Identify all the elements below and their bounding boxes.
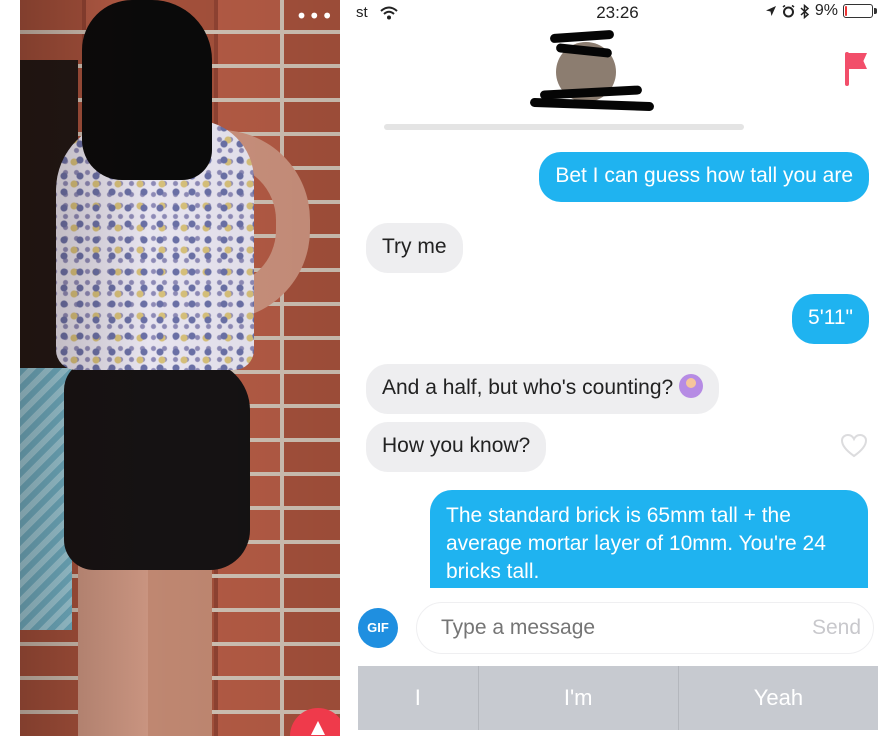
gif-button[interactable]: GIF xyxy=(358,608,398,648)
message-bubble-received[interactable]: Try me xyxy=(366,223,463,273)
suggestion-item[interactable]: I xyxy=(358,666,479,730)
divider xyxy=(384,124,744,130)
battery-icon xyxy=(843,4,877,18)
alarm-icon xyxy=(782,4,795,17)
photo-menu-icon[interactable]: ••• xyxy=(296,6,334,26)
message-bubble-received[interactable]: How you know? xyxy=(366,422,547,472)
chat-screen: st 23:26 9% Bet I can guess how tall you… xyxy=(344,0,891,736)
keyboard-suggestions: I I'm Yeah xyxy=(358,666,878,730)
message-bubble-sent[interactable]: The standard brick is 65mm tall + the av… xyxy=(430,490,868,588)
message-bubble-received[interactable]: And a half, but who's counting? xyxy=(366,364,720,414)
profile-photo: ••• ▲ xyxy=(20,0,340,736)
flag-icon[interactable] xyxy=(843,52,867,86)
screenshot-composite: ••• ▲ st 23:26 9% Bet I can guess how ta… xyxy=(0,0,891,736)
message-bubble-sent[interactable]: Bet I can guess how tall you are xyxy=(539,152,869,202)
chat-header xyxy=(344,26,891,126)
redaction-scribble xyxy=(529,97,655,112)
message-bubble-sent[interactable]: 5'11" xyxy=(792,294,869,344)
bluetooth-icon xyxy=(800,3,810,19)
battery-level xyxy=(845,6,847,16)
battery-percent: 9% xyxy=(814,2,838,19)
shrug-emoji-icon xyxy=(679,374,704,398)
suggestion-item[interactable]: I'm xyxy=(479,666,679,730)
send-button[interactable]: Send xyxy=(812,602,861,654)
message-text: And a half, but who's counting? xyxy=(382,376,674,399)
suggestion-item[interactable]: Yeah xyxy=(679,666,878,730)
message-composer: GIF Send xyxy=(344,588,891,666)
message-input[interactable] xyxy=(416,602,874,654)
location-icon xyxy=(765,6,776,16)
heart-icon[interactable] xyxy=(840,432,868,460)
status-bar: st 23:26 9% xyxy=(344,0,891,26)
